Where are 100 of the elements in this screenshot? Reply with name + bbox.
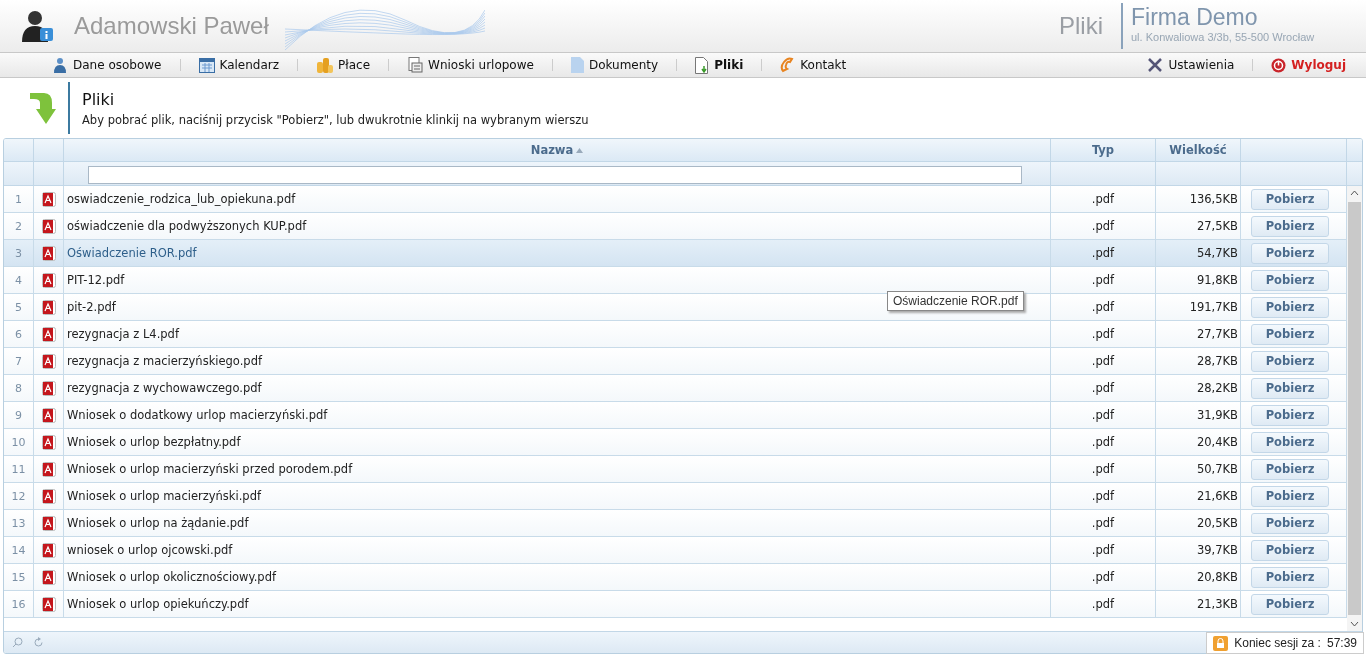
file-row[interactable]: 15 Wniosek o urlop okolicznościowy.pdf .pdf 20,8KB Pobierz bbox=[4, 564, 1347, 591]
column-header[interactable]: Nazwa bbox=[530, 143, 584, 157]
nav-link[interactable]: Płace bbox=[316, 57, 371, 73]
page-hint: Aby pobrać plik, naciśnij przycisk "Pobierz", lub dwukrotnie klinkij na wybranym wierszu bbox=[82, 112, 589, 127]
row-number: 5 bbox=[14, 300, 23, 314]
file-type: .pdf bbox=[1090, 192, 1116, 206]
file-row[interactable]: 10 Wniosek o urlop bezpłatny.pdf .pdf 20,4KB Pobierz bbox=[4, 429, 1347, 456]
file-name: oświadczenie dla podwyższonych KUP.pdf bbox=[66, 219, 307, 233]
file-size: 91,8KB bbox=[1195, 273, 1239, 287]
download-button[interactable]: Pobierz bbox=[1251, 593, 1329, 615]
nav-link[interactable]: Kontakt bbox=[780, 57, 847, 73]
pdf-icon bbox=[41, 191, 56, 207]
file-type: .pdf bbox=[1090, 462, 1116, 476]
download-button[interactable]: Pobierz bbox=[1251, 215, 1329, 237]
pdf-icon bbox=[41, 488, 56, 504]
file-type: .pdf bbox=[1090, 219, 1116, 233]
file-type: .pdf bbox=[1090, 408, 1116, 422]
file-name: oswiadczenie_rodzica_lub_opiekuna.pdf bbox=[66, 192, 296, 206]
download-button[interactable]: Pobierz bbox=[1251, 431, 1329, 453]
section-title: Pliki bbox=[1059, 12, 1103, 40]
tooltip: Oświadczenie ROR.pdf bbox=[887, 291, 1024, 311]
download-button[interactable]: Pobierz bbox=[1251, 188, 1329, 210]
file-size: 21,6KB bbox=[1195, 489, 1239, 503]
download-button[interactable]: Pobierz bbox=[1251, 350, 1329, 372]
row-number: 13 bbox=[10, 516, 27, 530]
pdf-icon bbox=[41, 407, 56, 423]
file-row[interactable]: 14 wniosek o urlop ojcowski.pdf .pdf 39,7KB Pobierz bbox=[4, 537, 1347, 564]
pdf-icon bbox=[41, 299, 56, 315]
name-filter-field[interactable] bbox=[88, 165, 1022, 184]
file-type: .pdf bbox=[1090, 354, 1116, 368]
download-button[interactable]: Pobierz bbox=[1251, 566, 1329, 588]
user-name: Adamowski Paweł bbox=[74, 12, 269, 40]
download-button[interactable]: Pobierz bbox=[1251, 458, 1329, 480]
file-type: .pdf bbox=[1090, 543, 1116, 557]
download-button[interactable]: Pobierz bbox=[1251, 485, 1329, 507]
refresh-icon[interactable] bbox=[33, 637, 44, 648]
document-icon bbox=[570, 57, 584, 73]
nav-link[interactable]: Kalendarz bbox=[198, 57, 280, 73]
pdf-icon bbox=[41, 515, 56, 531]
column-header[interactable]: Typ bbox=[1091, 143, 1115, 157]
nav-link[interactable]: Dokumenty bbox=[570, 57, 659, 73]
file-row[interactable]: 4 PIT-12.pdf .pdf 91,8KB Pobierz bbox=[4, 267, 1347, 294]
file-name: Wniosek o urlop macierzyński.pdf bbox=[66, 489, 262, 503]
file-type: .pdf bbox=[1090, 570, 1116, 584]
download-button[interactable]: Pobierz bbox=[1251, 377, 1329, 399]
coins-icon bbox=[316, 57, 334, 73]
row-number: 9 bbox=[14, 408, 23, 422]
file-type: .pdf bbox=[1090, 273, 1116, 287]
pdf-icon bbox=[41, 245, 56, 261]
row-number: 14 bbox=[10, 543, 27, 557]
pdf-icon bbox=[41, 542, 56, 558]
scroll-up-icon[interactable] bbox=[1350, 190, 1359, 196]
file-row[interactable]: 8 rezygnacja z wychowawczego.pdf .pdf 28,2KB Pobierz bbox=[4, 375, 1347, 402]
file-size: 136,5KB bbox=[1188, 192, 1239, 206]
column-header[interactable]: Wielkość bbox=[1169, 143, 1227, 157]
nav-link[interactable]: Wnioski urlopowe bbox=[407, 57, 534, 73]
logout-link[interactable]: Wyloguj bbox=[1271, 57, 1346, 73]
company-address: ul. Konwaliowa 3/3b, 55-500 Wrocław bbox=[1131, 31, 1316, 43]
scrollbar[interactable] bbox=[1347, 186, 1362, 631]
file-type: .pdf bbox=[1090, 246, 1116, 260]
sort-icon bbox=[576, 147, 584, 153]
file-row[interactable]: 2 oświadczenie dla podwyższonych KUP.pdf .pdf 27,5KB Pobierz bbox=[4, 213, 1347, 240]
settings-link[interactable]: Ustawienia bbox=[1147, 57, 1235, 73]
download-button[interactable]: Pobierz bbox=[1251, 539, 1329, 561]
file-row[interactable]: 11 Wniosek o urlop macierzyński przed porodem.pdf .pdf 50,7KB Pobierz bbox=[4, 456, 1347, 483]
download-button[interactable]: Pobierz bbox=[1251, 512, 1329, 534]
row-number: 6 bbox=[14, 327, 23, 341]
download-button[interactable]: Pobierz bbox=[1251, 323, 1329, 345]
file-row[interactable]: 3 Oświadczenie ROR.pdf .pdf 54,7KB Pobierz bbox=[4, 240, 1347, 267]
pdf-icon bbox=[41, 569, 56, 585]
row-number: 8 bbox=[14, 381, 23, 395]
download-button[interactable]: Pobierz bbox=[1251, 269, 1329, 291]
file-row[interactable]: 16 Wniosek o urlop opiekuńczy.pdf .pdf 21,3KB Pobierz bbox=[4, 591, 1347, 618]
file-size: 28,7KB bbox=[1195, 354, 1239, 368]
file-name: rezygnacja z L4.pdf bbox=[66, 327, 179, 341]
search-icon[interactable] bbox=[12, 637, 23, 648]
row-number: 10 bbox=[10, 435, 27, 449]
download-button[interactable]: Pobierz bbox=[1251, 404, 1329, 426]
nav-link[interactable]: Pliki bbox=[695, 56, 744, 74]
download-button[interactable]: Pobierz bbox=[1251, 242, 1329, 264]
file-name: PIT-12.pdf bbox=[66, 273, 125, 287]
file-row[interactable]: 9 Wniosek o dodatkowy urlop macierzyński.pdf .pdf 31,9KB Pobierz bbox=[4, 402, 1347, 429]
file-name: pit-2.pdf bbox=[66, 300, 116, 314]
file-row[interactable]: 12 Wniosek o urlop macierzyński.pdf .pdf 21,6KB Pobierz bbox=[4, 483, 1347, 510]
file-size: 28,2KB bbox=[1195, 381, 1239, 395]
download-button[interactable]: Pobierz bbox=[1251, 296, 1329, 318]
file-row[interactable]: 6 rezygnacja z L4.pdf .pdf 27,7KB Pobierz bbox=[4, 321, 1347, 348]
form-icon bbox=[407, 57, 424, 73]
nav-link[interactable]: Dane osobowe bbox=[52, 57, 162, 73]
row-number: 1 bbox=[14, 192, 23, 206]
calendar-icon bbox=[198, 57, 215, 73]
file-size: 20,8KB bbox=[1195, 570, 1239, 584]
file-row[interactable]: 1 oswiadczenie_rodzica_lub_opiekuna.pdf .pdf 136,5KB Pobierz bbox=[4, 186, 1347, 213]
session-label: Koniec sesji za : bbox=[1234, 636, 1321, 650]
scroll-down-icon[interactable] bbox=[1350, 621, 1359, 627]
file-name: Wniosek o dodatkowy urlop macierzyński.pdf bbox=[66, 408, 328, 422]
session-time: 57:39 bbox=[1326, 636, 1357, 650]
file-row[interactable]: 7 rezygnacja z macierzyńskiego.pdf .pdf 28,7KB Pobierz bbox=[4, 348, 1347, 375]
file-row[interactable]: 13 Wniosek o urlop na żądanie.pdf .pdf 20,5KB Pobierz bbox=[4, 510, 1347, 537]
row-number: 2 bbox=[14, 219, 23, 233]
